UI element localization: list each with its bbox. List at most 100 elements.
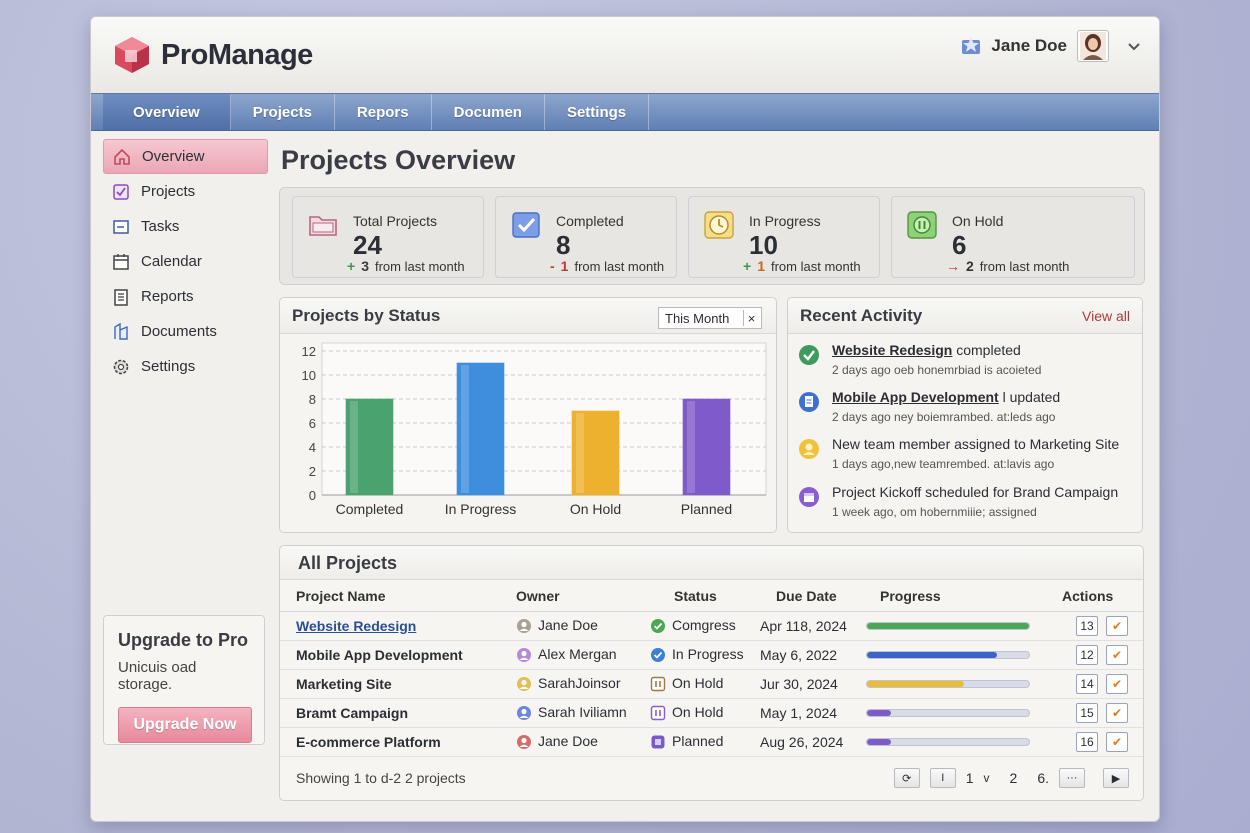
main-nav: Overview Projects Repors Documen Setting… [91, 93, 1159, 131]
project-name-cell[interactable]: Mobile App Development [280, 640, 516, 670]
column-header[interactable]: Progress [862, 582, 1052, 612]
tab-settings[interactable]: Settings [545, 94, 650, 130]
sidebar-item-tasks[interactable]: Tasks [103, 209, 268, 244]
chart-panel: Projects by Status This Month × 0 2 4 6 8 10 1… [279, 297, 777, 533]
check-circle-icon [651, 648, 665, 663]
edit-check-icon[interactable]: ✔ [1106, 731, 1128, 752]
status-cell: Planned [650, 727, 760, 757]
activity-item[interactable]: Website Redesign completed 2 days ago oe… [798, 342, 1138, 384]
calendar-day-button[interactable]: 16 [1076, 731, 1098, 752]
stat-card-completed[interactable]: Completed 8 - 1 from last month [495, 196, 677, 278]
page-link[interactable]: 1 [966, 770, 974, 786]
page-title: Projects Overview [281, 145, 516, 175]
column-header[interactable]: Project Name [280, 582, 516, 612]
trend-delta: 1 [560, 258, 569, 274]
upgrade-now-button[interactable]: Upgrade Now [118, 707, 252, 743]
table-row[interactable]: Bramt Campaign Sarah Iviliamn On Hold May 1… [280, 698, 1143, 728]
progress-bar [866, 679, 1030, 688]
calendar-day-button[interactable]: 14 [1076, 673, 1098, 694]
sidebar-item-calendar[interactable]: Calendar [103, 244, 268, 279]
first-page-icon[interactable]: I [929, 768, 956, 788]
home-icon [114, 148, 130, 165]
sidebar-item-label: Reports [141, 288, 194, 305]
tab-reports[interactable]: Repors [335, 94, 432, 130]
project-name-link[interactable]: Website Redesign [296, 618, 416, 634]
page-link[interactable]: v [984, 771, 990, 785]
stat-label: Total Projects [353, 213, 438, 229]
close-icon[interactable]: × [743, 310, 759, 326]
activity-link[interactable]: Website Redesign [832, 342, 952, 358]
user-menu[interactable]: Jane Doe [961, 27, 1141, 65]
tab-documents[interactable]: Documen [432, 94, 545, 130]
trend-delta: 1 [757, 258, 765, 274]
owner-name: SarahJoinsor [538, 674, 621, 691]
actions-cell: 12 ✔ [1052, 640, 1143, 670]
tab-projects[interactable]: Projects [231, 94, 335, 130]
table-row[interactable]: Mobile App Development Alex Mergan In Prog… [280, 640, 1143, 670]
more-pages-button[interactable]: ··· [1059, 768, 1085, 788]
stat-trend: + 1 from last month [743, 258, 861, 274]
page-link[interactable]: 6. [1037, 770, 1049, 786]
trend-delta: 2 [966, 258, 974, 274]
refresh-icon[interactable]: ⟳ [893, 768, 920, 788]
table-title: All Projects [298, 553, 398, 573]
progress-fill [867, 738, 892, 745]
status-text: Planned [672, 732, 724, 749]
activity-item[interactable]: New team member assigned to Marketing Si… [798, 436, 1138, 478]
status-text: Comgress [672, 616, 736, 633]
trend-sign: - [550, 258, 555, 274]
y-tick-label: 4 [309, 440, 316, 455]
user-avatar-icon [1080, 32, 1106, 60]
sidebar-item-overview[interactable]: Overview [103, 139, 268, 174]
activity-subtext: 1 week ago, om hobernmiiie; assigned [832, 505, 1037, 519]
project-name-cell[interactable]: E-commerce Platform [280, 727, 516, 757]
project-name-cell[interactable]: Marketing Site [280, 669, 516, 699]
next-page-icon[interactable]: ▶ [1103, 768, 1129, 788]
edit-check-icon[interactable]: ✔ [1106, 644, 1128, 665]
project-name-cell[interactable]: Bramt Campaign [280, 698, 516, 728]
trend-text: from last month [574, 258, 665, 274]
activity-item[interactable]: Mobile App Development l updated 2 days … [798, 389, 1138, 431]
calendar-day-button[interactable]: 13 [1076, 615, 1098, 636]
activity-item[interactable]: Project Kickoff scheduled for Brand Camp… [798, 484, 1138, 526]
calendar-day-button[interactable]: 15 [1076, 702, 1098, 723]
stat-card-total[interactable]: Total Projects 24 + 3 from last month [292, 196, 484, 278]
y-tick-label: 10 [302, 368, 316, 383]
owner-avatar-icon [517, 619, 531, 634]
y-tick-label: 12 [302, 344, 316, 359]
column-header[interactable]: Due Date [760, 582, 862, 612]
avatar[interactable] [1077, 30, 1109, 62]
due-date-cell: May 1, 2024 [760, 698, 862, 728]
table-row[interactable]: Marketing Site SarahJoinsor On Hold Jur 30,… [280, 669, 1143, 699]
tasks-icon [113, 219, 129, 234]
sidebar-item-documents[interactable]: Documents [103, 314, 268, 349]
y-tick-label: 8 [309, 392, 316, 407]
tab-overview[interactable]: Overview [103, 94, 231, 130]
chart-panel-header: Projects by Status This Month × [280, 298, 776, 334]
due-date-cell: Aug 26, 2024 [760, 727, 862, 757]
edit-check-icon[interactable]: ✔ [1106, 615, 1128, 636]
month-filter-select[interactable]: This Month × [658, 307, 762, 329]
edit-check-icon[interactable]: ✔ [1106, 673, 1128, 694]
table-row[interactable]: E-commerce Platform Jane Doe Planned Aug 26… [280, 727, 1143, 757]
owner-avatar-icon [517, 706, 531, 721]
app-header: ProManage Jane Doe [91, 17, 1159, 93]
view-all-link[interactable]: View all [1082, 308, 1130, 324]
table-row[interactable]: Website Redesign Jane Doe Comgress Apr 118,… [280, 611, 1143, 641]
column-header[interactable]: Actions [1052, 582, 1143, 612]
edit-check-icon[interactable]: ✔ [1106, 702, 1128, 723]
owner-name: Alex Mergan [538, 645, 617, 662]
sidebar-item-settings[interactable]: Settings [103, 349, 268, 384]
projects-icon [113, 183, 129, 200]
stat-card-on-hold[interactable]: On Hold 6 → 2 from last month [891, 196, 1135, 278]
column-header[interactable]: Owner [516, 582, 650, 612]
column-header[interactable]: Status [650, 582, 760, 612]
stat-card-in-progress[interactable]: In Progress 10 + 1 from last month [688, 196, 880, 278]
page-link[interactable]: 2 [1010, 770, 1018, 786]
upgrade-card: Upgrade to Pro Unicuis oad storage. Upgr… [103, 615, 265, 745]
activity-link[interactable]: Mobile App Development [832, 389, 999, 405]
sidebar-item-reports[interactable]: Reports [103, 279, 268, 314]
sidebar-item-projects[interactable]: Projects [103, 174, 268, 209]
chevron-down-icon[interactable] [1127, 39, 1141, 53]
calendar-day-button[interactable]: 12 [1076, 644, 1098, 665]
